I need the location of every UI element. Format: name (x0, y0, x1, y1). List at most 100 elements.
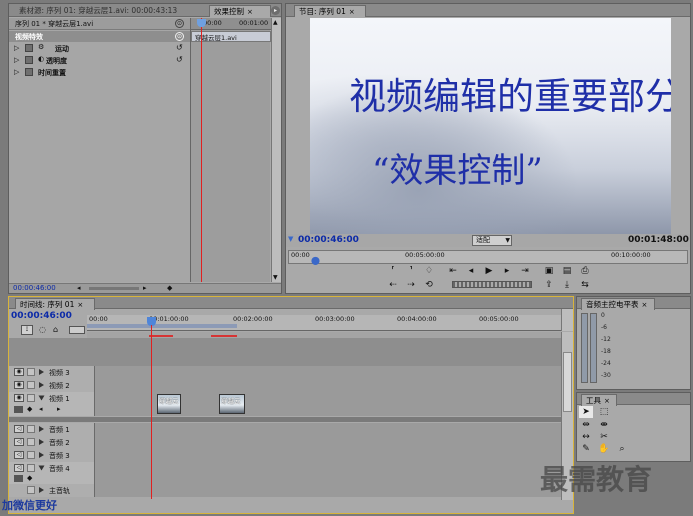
lock-icon[interactable] (27, 368, 35, 376)
keyframe-nav-icon[interactable]: ◆ (167, 284, 172, 292)
speaker-icon[interactable]: ◁ (14, 425, 24, 433)
clip-thumbnail[interactable]: 穿越云 (157, 394, 181, 414)
expand-triangle-icon[interactable] (38, 465, 45, 471)
lock-icon[interactable] (27, 381, 35, 389)
timeline-ruler[interactable]: 00:00 00:01:00:00 00:02:00:00 00:03:00:0… (87, 315, 561, 331)
track-area[interactable] (95, 484, 561, 497)
effect-row-time-remap[interactable]: ▷ 时间重置 (9, 67, 190, 78)
effect-mini-timeline[interactable]: 00:00 00:01:00 穿越云层1.avi (190, 18, 271, 282)
prev-keyframe-icon[interactable]: ◂ (39, 405, 43, 413)
lock-icon[interactable] (27, 486, 35, 494)
step-back-icon[interactable]: ◂ (464, 265, 478, 277)
program-ruler[interactable]: 00:00 00:05:00:00 00:10:00:00 ⬤ (288, 250, 688, 265)
trim-in-icon[interactable]: ⇠ (386, 279, 400, 291)
program-playhead-icon[interactable]: ⬤ (311, 256, 320, 265)
video-audio-divider[interactable] (9, 417, 561, 422)
track-select-tool-icon[interactable]: ⬚ (597, 406, 611, 418)
mark-in-icon[interactable]: ⸢ (386, 265, 400, 277)
ripple-edit-tool-icon[interactable]: ⇹ (579, 419, 593, 431)
expand-triangle-icon[interactable] (39, 382, 44, 388)
eye-icon[interactable]: ◉ (14, 368, 24, 376)
scroll-down-icon[interactable]: ▼ (273, 274, 278, 281)
rolling-edit-tool-icon[interactable]: ⇼ (597, 419, 611, 431)
timeline-scroll-right[interactable] (561, 309, 573, 331)
lift-icon[interactable]: ⇪ (542, 279, 556, 291)
close-icon[interactable]: × (247, 8, 253, 16)
hand-tool-icon[interactable]: ✋ (597, 443, 611, 455)
zoom-in-icon[interactable]: ▸ (143, 284, 147, 292)
footer-timecode[interactable]: 00:00:46:00 (13, 284, 56, 292)
eye-icon[interactable]: ◉ (14, 381, 24, 389)
lock-icon[interactable] (27, 451, 35, 459)
lock-icon[interactable] (27, 464, 35, 472)
loop-icon[interactable]: ⟲ (422, 279, 436, 291)
trim-out-icon[interactable]: ⇢ (404, 279, 418, 291)
tab-audio-master-meter[interactable]: 音频主控电平表 × (581, 298, 655, 310)
expand-triangle-icon[interactable]: ▷ (14, 68, 19, 76)
scroll-up-icon[interactable]: ▲ (273, 19, 278, 26)
speaker-icon[interactable]: ◁ (14, 438, 24, 446)
program-current-timecode[interactable]: 00:00:46:00 (298, 235, 359, 245)
timeline-playhead-line[interactable] (151, 325, 152, 499)
mini-clip-bar[interactable]: 穿越云层1.avi (191, 31, 271, 42)
snap-icon[interactable]: ⟟ (21, 325, 33, 335)
track-area[interactable] (95, 423, 561, 436)
effect-row-motion[interactable]: ▷ ⚙ 运动 ↺ (9, 43, 190, 54)
keyframe-icon[interactable]: ◆ (27, 474, 32, 482)
close-icon[interactable]: × (604, 397, 610, 405)
step-forward-icon[interactable]: ▸ (500, 265, 514, 277)
timeline-current-timecode[interactable]: 00:00:46:00 (11, 311, 72, 321)
selection-tool-icon[interactable]: ➤ (579, 406, 593, 418)
eye-icon[interactable]: ◉ (14, 394, 24, 402)
next-keyframe-icon[interactable]: ▸ (57, 405, 61, 413)
scroll-thumb[interactable] (563, 352, 572, 412)
effects-toggle-icon[interactable]: ⊙ (175, 32, 184, 41)
expand-triangle-icon[interactable]: ▷ (14, 44, 19, 52)
lock-icon[interactable] (27, 425, 35, 433)
display-style-icon[interactable] (14, 475, 23, 482)
marker-icon[interactable]: ♢ (422, 265, 436, 277)
keyframe-icon[interactable]: ◆ (27, 405, 32, 413)
expand-triangle-icon[interactable] (38, 395, 45, 401)
extract-icon[interactable]: ⤓ (560, 279, 574, 291)
play-icon[interactable]: ▶ (482, 265, 496, 277)
tab-tools[interactable]: 工具 × (581, 394, 617, 406)
set-marker-icon[interactable]: ◌ (39, 325, 46, 334)
track-area[interactable] (95, 379, 561, 392)
reset-icon[interactable]: ↺ (176, 55, 183, 64)
zoom-out-icon[interactable]: ◂ (77, 284, 81, 292)
safe-margins-icon[interactable]: ▣ (542, 265, 556, 277)
razor-tool-icon[interactable]: ✂ (597, 431, 611, 443)
clip-thumbnail[interactable]: 穿越云 (219, 394, 245, 414)
expand-triangle-icon[interactable] (39, 487, 44, 493)
mark-out-icon[interactable]: ⸣ (404, 265, 418, 277)
track-area[interactable] (95, 449, 561, 462)
tab-source-monitor[interactable]: 素材源: 序列 01: 穿越云层1.avi: 00:00:43:13 (15, 5, 191, 17)
trim-icon[interactable]: ⇆ (578, 279, 592, 291)
go-in-icon[interactable]: ⇤ (446, 265, 460, 277)
sequence-marker-icon[interactable]: ⌂ (53, 325, 58, 334)
output-icon[interactable]: ▤ (560, 265, 574, 277)
track-area[interactable] (95, 462, 561, 484)
speaker-icon[interactable]: ◁ (14, 464, 24, 472)
tab-effect-controls[interactable]: 效果控制 × (209, 5, 271, 17)
close-icon[interactable]: × (642, 301, 648, 309)
speaker-icon[interactable]: ◁ (14, 451, 24, 459)
rate-stretch-tool-icon[interactable]: ↔ (579, 431, 593, 443)
zoom-bar-icon[interactable] (69, 326, 85, 334)
fit-select[interactable]: 适配 ▼ (472, 235, 512, 246)
tab-program[interactable]: 节目: 序列 01 × (294, 5, 366, 17)
lock-icon[interactable] (27, 394, 35, 402)
display-style-icon[interactable] (14, 406, 23, 413)
zoom-tool-icon[interactable]: ⌕ (615, 443, 629, 455)
expand-triangle-icon[interactable] (39, 439, 44, 445)
lock-icon[interactable] (27, 438, 35, 446)
expand-triangle-icon[interactable]: ▷ (14, 56, 19, 64)
track-area[interactable] (95, 436, 561, 449)
program-video-frame[interactable]: 视频编辑的重要部分 “效果控制” (310, 18, 671, 234)
go-out-icon[interactable]: ⇥ (518, 265, 532, 277)
close-icon[interactable]: × (77, 301, 83, 309)
panel-menu-icon[interactable]: ▸ (271, 6, 280, 15)
export-frame-icon[interactable]: ⎙ (578, 265, 592, 277)
fx-badge-icon[interactable] (25, 44, 33, 52)
